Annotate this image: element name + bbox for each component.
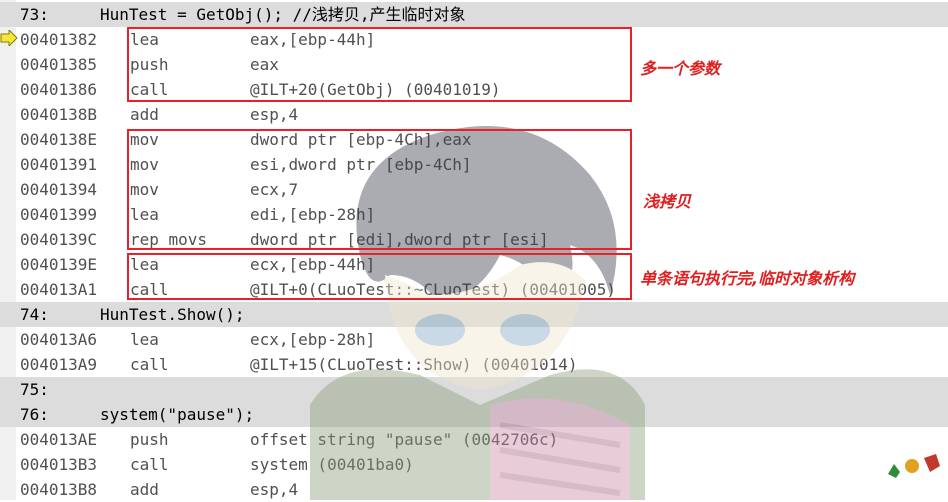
asm-instruction-row[interactable]: 00401386 call @ILT+20(GetObj) (00401019) [0, 77, 948, 102]
instruction-address: 00401399 [20, 205, 98, 224]
instruction-address: 004013A6 [20, 330, 98, 349]
instruction-address: 00401391 [20, 155, 98, 174]
instruction-mnemonic: push [130, 430, 169, 449]
instruction-mnemonic: call [130, 80, 169, 99]
source-code-text: HunTest = GetObj(); //浅拷贝,产生临时对象 [100, 5, 466, 24]
source-line-number: 74: [20, 305, 49, 324]
instruction-address: 00401386 [20, 80, 98, 99]
asm-instruction-row[interactable]: 00401382 lea eax,[ebp-44h] [0, 27, 948, 52]
instruction-address: 00401382 [20, 30, 98, 49]
instruction-mnemonic: lea [130, 255, 159, 274]
instruction-address: 0040139E [20, 255, 98, 274]
instruction-mnemonic: mov [130, 130, 159, 149]
instruction-operands: @ILT+20(GetObj) (00401019) [250, 80, 501, 99]
instruction-mnemonic: push [130, 55, 169, 74]
instruction-address: 00401394 [20, 180, 98, 199]
instruction-address: 00401385 [20, 55, 98, 74]
source-line[interactable]: 73: HunTest = GetObj(); //浅拷贝,产生临时对象 [0, 2, 948, 27]
temp-destruct-annotation: 单条语句执行完,临时对象析构 [640, 269, 855, 288]
instruction-mnemonic: call [130, 455, 169, 474]
instruction-address: 0040138B [20, 105, 98, 124]
shallow-copy-annotation: 浅拷贝 [643, 192, 692, 211]
instruction-mnemonic: mov [130, 180, 159, 199]
source-code-text: HunTest.Show(); [100, 305, 245, 324]
current-instruction-arrow-icon [0, 30, 18, 46]
instruction-mnemonic: lea [130, 30, 159, 49]
instruction-address: 004013AE [20, 430, 98, 449]
corner-logo-icon [888, 454, 940, 478]
extra-param-annotation: 多一个参数 [640, 59, 721, 78]
source-line-number: 73: [20, 5, 49, 24]
instruction-mnemonic: rep movs [130, 230, 208, 249]
instruction-operands: esp,4 [250, 480, 299, 499]
instruction-mnemonic: call [130, 280, 169, 299]
asm-instruction-row[interactable]: 00401385 push eax [0, 52, 948, 77]
instruction-address: 004013A1 [20, 280, 98, 299]
instruction-address: 0040139C [20, 230, 98, 249]
instruction-operands: esp,4 [250, 105, 299, 124]
instruction-operands: eax [250, 55, 279, 74]
instruction-address: 0040138E [20, 130, 98, 149]
instruction-operands: ecx,7 [250, 180, 299, 199]
background-watermark-illustration [310, 126, 645, 500]
instruction-mnemonic: lea [130, 330, 159, 349]
instruction-address: 004013B3 [20, 455, 98, 474]
instruction-mnemonic: add [130, 105, 159, 124]
instruction-address: 004013B8 [20, 480, 98, 499]
instruction-mnemonic: add [130, 480, 159, 499]
source-code-text: system("pause"); [100, 405, 255, 424]
source-line-number: 76: [20, 405, 49, 424]
instruction-address: 004013A9 [20, 355, 98, 374]
instruction-mnemonic: mov [130, 155, 159, 174]
instruction-operands: eax,[ebp-44h] [250, 30, 376, 49]
source-line-number: 75: [20, 380, 49, 399]
instruction-mnemonic: call [130, 355, 169, 374]
instruction-mnemonic: lea [130, 205, 159, 224]
